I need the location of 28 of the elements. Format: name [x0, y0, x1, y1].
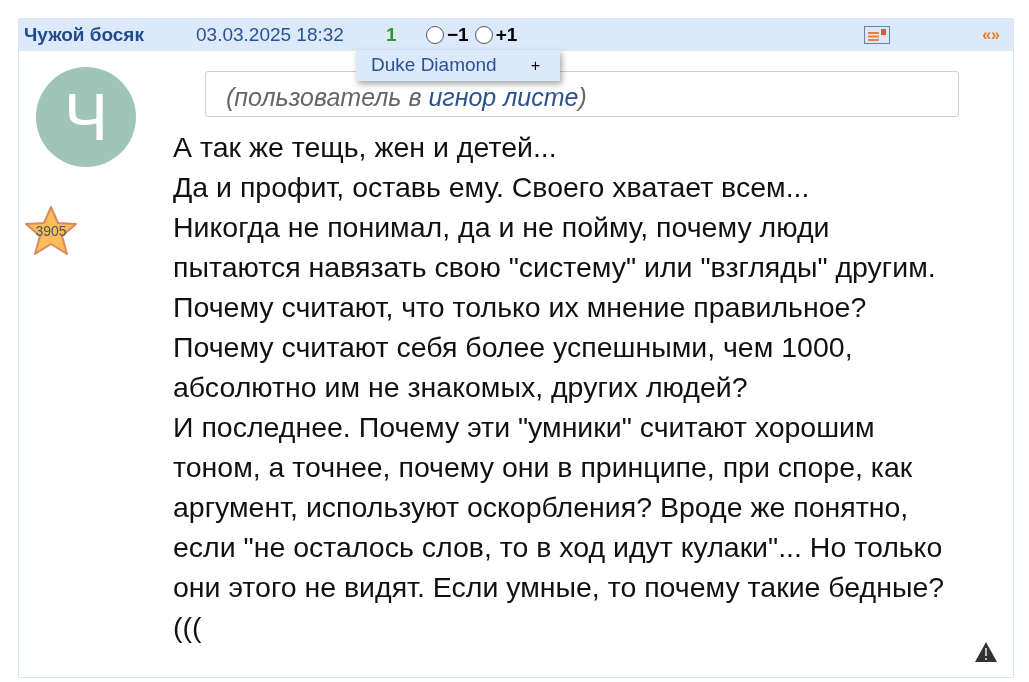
message-line: Почему считают себя более успешными, чем 1000,: [173, 330, 854, 365]
star-icon: [24, 205, 78, 257]
message-line: И последнее. Почему эти "умники" считают хорошим: [173, 410, 876, 445]
message-line: пытаются навязать свою "систему" или "взгляды" другим.: [173, 250, 937, 285]
avatar: Ч: [36, 67, 136, 167]
message-line: Никогда не понимал, да и не пойму, почему люди: [173, 210, 831, 245]
author-name[interactable]: Чужой босяк: [24, 20, 196, 50]
post-date: 03.03.2025 18:32: [196, 22, 345, 47]
message-line: абсолютно им не знакомых, других людей?: [173, 370, 749, 405]
ignore-note: (пользователь в игнор листе): [226, 82, 587, 114]
message-line: Почему считают, что только их мнение правильное?: [173, 290, 868, 325]
message-line: тоном, а точнее, почему они в принципе, при споре, как: [173, 450, 914, 485]
add-button[interactable]: +: [530, 53, 540, 78]
message-line: Да и профит, оставь ему. Своего хватает всем...: [173, 170, 811, 205]
rating-count: 1: [386, 22, 398, 47]
radio-button[interactable]: [474, 26, 493, 44]
radio-button[interactable]: [426, 26, 444, 44]
message-line: они этого не видят. Если умные, то почему такие бедные?: [173, 570, 946, 605]
star-count: 3905: [35, 221, 67, 241]
vote-option[interactable]: −1: [426, 20, 469, 50]
vote-option[interactable]: +1: [474, 20, 518, 50]
contact-card-icon[interactable]: [864, 26, 891, 44]
message-line: аргумент, используют оскорбления? Вроде же понятно,: [173, 490, 910, 525]
message-line: если "не осталось слов, то в ход идут кулаки"... Но только: [173, 530, 944, 565]
message-line: А так же тещь, жен и детей...: [173, 130, 558, 165]
warning-icon[interactable]: [974, 641, 998, 663]
user-link[interactable]: Duke Diamond: [371, 51, 531, 80]
message-line: (((: [173, 610, 203, 645]
